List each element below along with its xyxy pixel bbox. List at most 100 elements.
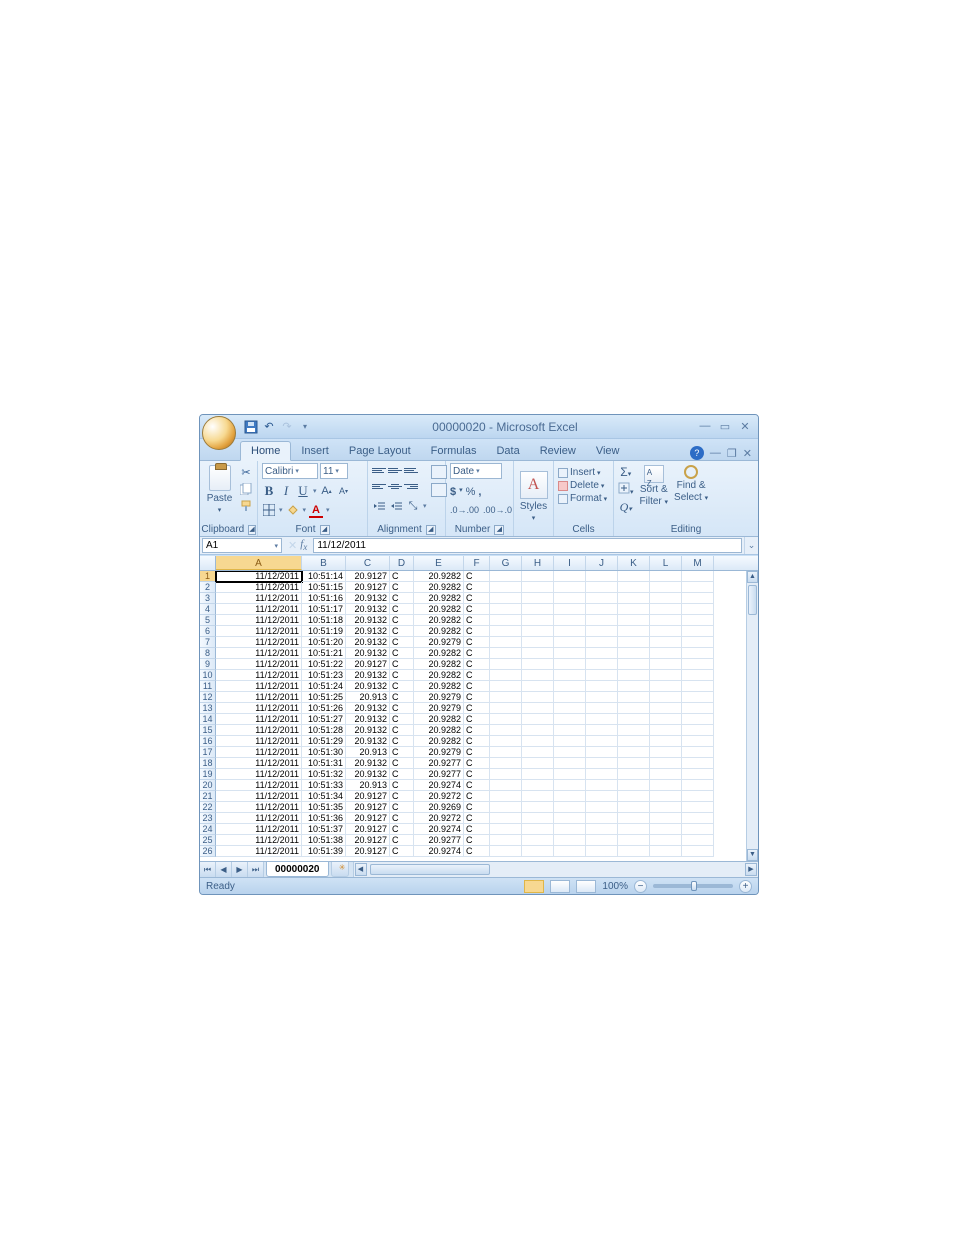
cell[interactable]: 20.9127 — [346, 659, 390, 670]
row-header[interactable]: 16 — [200, 736, 216, 747]
cell[interactable]: 20.9132 — [346, 670, 390, 681]
cell[interactable]: 20.9282 — [414, 626, 464, 637]
cell[interactable] — [554, 813, 586, 824]
cell[interactable] — [522, 747, 554, 758]
tab-insert[interactable]: Insert — [291, 442, 339, 460]
fx-icon[interactable]: fx — [300, 538, 307, 552]
cell[interactable] — [522, 846, 554, 857]
cell[interactable]: C — [464, 604, 490, 615]
cell[interactable] — [554, 593, 586, 604]
cell[interactable]: 10:51:21 — [302, 648, 346, 659]
cell[interactable] — [650, 582, 682, 593]
row-header[interactable]: 20 — [200, 780, 216, 791]
cell[interactable] — [682, 626, 714, 637]
cell[interactable] — [554, 725, 586, 736]
cell[interactable] — [522, 659, 554, 670]
row-header[interactable]: 22 — [200, 802, 216, 813]
cell[interactable] — [586, 780, 618, 791]
cell[interactable] — [650, 703, 682, 714]
format-cells-button[interactable]: Format▾ — [558, 493, 607, 504]
row-header[interactable]: 25 — [200, 835, 216, 846]
cell[interactable]: C — [464, 703, 490, 714]
cell[interactable] — [682, 802, 714, 813]
cell[interactable]: 11/12/2011 — [216, 835, 302, 846]
cell[interactable]: 20.9272 — [414, 791, 464, 802]
tab-review[interactable]: Review — [530, 442, 586, 460]
cell[interactable]: C — [390, 637, 414, 648]
cell[interactable] — [586, 626, 618, 637]
cell[interactable] — [522, 670, 554, 681]
align-bottom-button[interactable] — [404, 463, 418, 477]
cell-styles-button[interactable]: A Styles ▾ — [518, 469, 549, 522]
cell[interactable] — [682, 670, 714, 681]
row-header[interactable]: 19 — [200, 769, 216, 780]
cell[interactable] — [586, 813, 618, 824]
cell[interactable]: 10:51:26 — [302, 703, 346, 714]
cell[interactable]: 11/12/2011 — [216, 824, 302, 835]
wrap-text-button[interactable] — [431, 465, 447, 479]
cell[interactable]: 20.9127 — [346, 582, 390, 593]
grow-font-button[interactable]: A▴ — [320, 484, 334, 498]
cell[interactable] — [522, 824, 554, 835]
cell[interactable] — [650, 736, 682, 747]
cell[interactable]: 20.9132 — [346, 626, 390, 637]
cell[interactable]: 10:51:22 — [302, 659, 346, 670]
column-header-K[interactable]: K — [618, 556, 650, 570]
fill-button[interactable]: ▾ — [618, 482, 634, 497]
cell[interactable]: 10:51:39 — [302, 846, 346, 857]
cell[interactable] — [490, 637, 522, 648]
cell[interactable]: 20.9127 — [346, 802, 390, 813]
cell[interactable]: 11/12/2011 — [216, 769, 302, 780]
cell[interactable] — [618, 692, 650, 703]
cell[interactable] — [682, 714, 714, 725]
scroll-down-button[interactable]: ▼ — [747, 849, 758, 861]
normal-view-button[interactable] — [524, 880, 544, 893]
row-header[interactable]: 2 — [200, 582, 216, 593]
cell[interactable] — [522, 802, 554, 813]
cell[interactable]: 10:51:29 — [302, 736, 346, 747]
cell[interactable]: 20.9282 — [414, 615, 464, 626]
cell[interactable]: 20.9132 — [346, 637, 390, 648]
cell[interactable]: C — [464, 670, 490, 681]
cell[interactable]: C — [390, 692, 414, 703]
cell[interactable]: C — [390, 780, 414, 791]
cell[interactable]: 20.913 — [346, 747, 390, 758]
cell[interactable] — [490, 615, 522, 626]
cell[interactable] — [586, 824, 618, 835]
underline-button[interactable]: U — [296, 484, 310, 498]
cell[interactable] — [650, 747, 682, 758]
column-header-B[interactable]: B — [302, 556, 346, 570]
cell[interactable] — [650, 813, 682, 824]
qat-customize-icon[interactable]: ▾ — [298, 420, 312, 434]
cell[interactable]: 20.9279 — [414, 703, 464, 714]
cell[interactable]: C — [464, 736, 490, 747]
cell[interactable] — [618, 780, 650, 791]
page-layout-view-button[interactable] — [550, 880, 570, 893]
cell[interactable] — [554, 692, 586, 703]
cell[interactable] — [522, 736, 554, 747]
cell[interactable] — [618, 637, 650, 648]
cell[interactable]: 10:51:17 — [302, 604, 346, 615]
close-button[interactable]: ✕ — [738, 420, 752, 433]
bold-button[interactable]: B — [262, 484, 276, 498]
cell[interactable]: 20.913 — [346, 780, 390, 791]
cell[interactable]: C — [390, 615, 414, 626]
align-middle-button[interactable] — [388, 463, 402, 477]
cell[interactable] — [618, 582, 650, 593]
cell[interactable]: 20.9282 — [414, 648, 464, 659]
cell[interactable]: 20.9282 — [414, 670, 464, 681]
cell[interactable] — [554, 736, 586, 747]
cell[interactable] — [650, 780, 682, 791]
cell[interactable]: C — [464, 747, 490, 758]
column-header-I[interactable]: I — [554, 556, 586, 570]
cell[interactable]: 10:51:25 — [302, 692, 346, 703]
column-header-C[interactable]: C — [346, 556, 390, 570]
cell[interactable] — [586, 769, 618, 780]
cell[interactable]: 10:51:15 — [302, 582, 346, 593]
tab-data[interactable]: Data — [486, 442, 529, 460]
cell[interactable] — [586, 670, 618, 681]
cell[interactable]: C — [464, 802, 490, 813]
cell[interactable] — [618, 681, 650, 692]
cell[interactable] — [586, 791, 618, 802]
cell[interactable]: C — [464, 758, 490, 769]
